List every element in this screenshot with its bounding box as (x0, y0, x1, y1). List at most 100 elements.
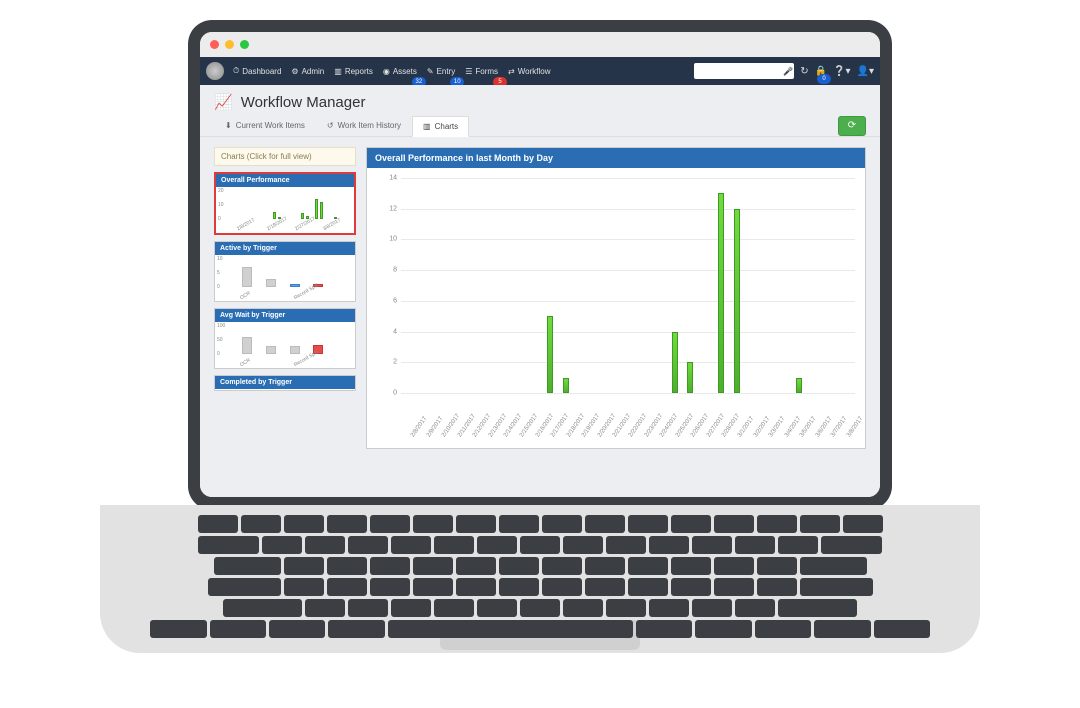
assets-icon: ◉ (383, 67, 390, 76)
tabs-row: ⬇ Current Work Items ↺ Work Item History… (200, 115, 880, 137)
thumb-chart: 100 50 0 OCR Record Split (215, 322, 355, 368)
tab-work-item-history[interactable]: ↺ Work Item History (316, 115, 412, 136)
gridline (401, 332, 855, 333)
ytick: 10 (217, 256, 223, 262)
sidebar-header: Charts (Click for full view) (214, 147, 356, 166)
ytick: 6 (379, 297, 397, 304)
nav-label: Reports (345, 67, 373, 76)
bar (687, 362, 693, 393)
thumb-title: Active by Trigger (215, 242, 355, 255)
lock-icon[interactable]: 🔒 0 (815, 66, 827, 77)
bar (547, 316, 553, 393)
ytick: 0 (379, 390, 397, 397)
ytick: 20 (218, 188, 224, 194)
workflow-icon: 📈 (214, 93, 233, 111)
gridline (401, 301, 855, 302)
ytick: 0 (218, 216, 221, 222)
search-input[interactable]: 🎤 (694, 63, 794, 79)
tab-label: Current Work Items (236, 121, 305, 130)
help-icon[interactable]: ❔▾ (833, 66, 850, 77)
thumb-overall-performance[interactable]: Overall Performance 20 10 0 (214, 172, 356, 235)
thumb-completed-by-trigger[interactable]: Completed by Trigger (214, 375, 356, 391)
bar (672, 332, 678, 393)
tab-label: Work Item History (338, 121, 401, 130)
thumb-chart: 10 5 0 OCR Record Split (215, 255, 355, 301)
forms-icon: ☰ (465, 67, 472, 76)
nav-label: Dashboard (242, 67, 281, 76)
screen: ⏱Dashboard⚙Admin▥Reports◉Assets32✎Entry1… (200, 32, 880, 497)
lock-badge: 0 (817, 74, 831, 84)
thumb-avg-wait-by-trigger[interactable]: Avg Wait by Trigger 100 50 0 OCR (214, 308, 356, 369)
main-chart-panel: Overall Performance in last Month by Day… (366, 147, 866, 449)
gridline (401, 362, 855, 363)
refresh-icon[interactable]: ↻ (800, 66, 808, 77)
gridline (401, 393, 855, 394)
dashboard-icon: ⏱ (233, 66, 239, 76)
gridline (401, 239, 855, 240)
window-zoom-dot[interactable] (240, 40, 249, 49)
ytick: 4 (379, 328, 397, 335)
xlabel: OCR (239, 290, 252, 301)
nav-item-admin[interactable]: ⚙ Admin (288, 67, 327, 76)
laptop-keyboard (150, 515, 930, 641)
nav-item-reports[interactable]: ▥Reports (331, 67, 376, 76)
thumb-title: Avg Wait by Trigger (215, 309, 355, 322)
ytick: 10 (218, 202, 224, 208)
gridline (401, 270, 855, 271)
tab-current-work-items[interactable]: ⬇ Current Work Items (214, 115, 316, 136)
app-navbar: ⏱Dashboard ⚙ Admin ▥Reports ◉Assets32 ✎Entry1… (200, 57, 880, 85)
ytick: 100 (217, 323, 225, 329)
bar (718, 193, 724, 393)
window-minimize-dot[interactable] (225, 40, 234, 49)
user-icon[interactable]: 👤▾ (857, 66, 874, 77)
app-body: 📈 Workflow Manager ⬇ Current Work Items … (200, 85, 880, 497)
reports-icon: ▥ (334, 67, 342, 76)
ytick: 12 (379, 205, 397, 212)
gridline (401, 178, 855, 179)
entry-icon: ✎ (427, 67, 434, 76)
thumb-chart: 20 10 0 2 (216, 187, 354, 233)
nav-item-assets[interactable]: ◉Assets32 (380, 67, 420, 76)
sitemap-icon: ⬇ (225, 121, 232, 130)
ytick: 2 (379, 359, 397, 366)
gridline (401, 209, 855, 210)
main-chart: 024681012142/8/20172/9/20172/10/20172/11… (367, 168, 865, 448)
ytick: 0 (217, 351, 220, 357)
page-title-row: 📈 Workflow Manager (200, 85, 880, 115)
nav-item-entry[interactable]: ✎Entry10 (424, 67, 458, 76)
ytick: 8 (379, 267, 397, 274)
ytick: 50 (217, 337, 223, 343)
admin-icon: ⚙ (291, 67, 298, 76)
thumb-title: Completed by Trigger (215, 376, 355, 389)
chart-icon: ▥ (423, 122, 431, 131)
xlabel: OCR (239, 357, 252, 368)
main-chart-title: Overall Performance in last Month by Day (367, 148, 865, 168)
nav-label: Admin (302, 67, 325, 76)
brand-logo[interactable] (206, 62, 224, 80)
bar (563, 378, 569, 393)
xtick: 3/8/2017 (846, 416, 864, 439)
tab-charts[interactable]: ▥ Charts (412, 116, 469, 137)
nav-label: Forms (475, 67, 498, 76)
nav-label: Assets (393, 67, 417, 76)
nav-label: Entry (437, 67, 456, 76)
thumb-active-by-trigger[interactable]: Active by Trigger 10 5 0 OCR (214, 241, 356, 302)
tab-label: Charts (435, 122, 459, 131)
chart-sidebar: Charts (Click for full view) Overall Per… (214, 147, 356, 391)
browser-chrome (200, 32, 880, 57)
ytick: 5 (217, 270, 220, 276)
refresh-button[interactable]: ⟳ (838, 116, 866, 136)
nav-label: Workflow (518, 67, 551, 76)
mic-icon[interactable]: 🎤 (782, 65, 794, 77)
nav-item-dashboard[interactable]: ⏱Dashboard (230, 66, 284, 76)
window-close-dot[interactable] (210, 40, 219, 49)
nav-item-forms[interactable]: ☰Forms5 (462, 67, 501, 76)
nav-item-workflow[interactable]: ⇄Workflow (505, 67, 553, 76)
thumb-title: Overall Performance (216, 174, 354, 187)
ytick: 0 (217, 284, 220, 290)
ytick: 10 (379, 236, 397, 243)
ytick: 14 (379, 175, 397, 182)
bar (796, 378, 802, 393)
page-title: Workflow Manager (241, 94, 366, 111)
workflow-icon: ⇄ (508, 67, 515, 76)
